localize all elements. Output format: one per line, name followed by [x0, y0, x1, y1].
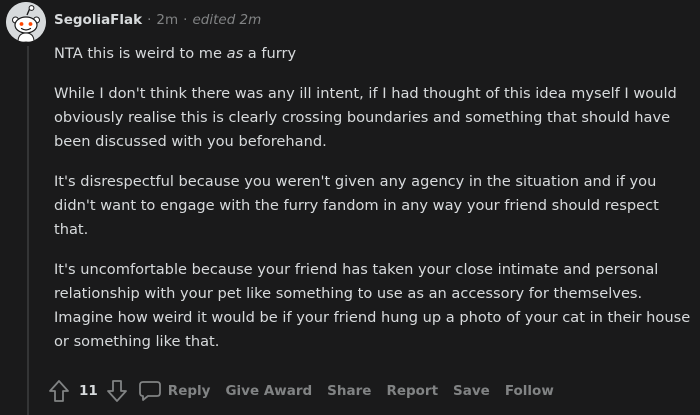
- upvote-arrow-icon: [49, 380, 69, 402]
- timestamp[interactable]: 2m: [156, 12, 178, 28]
- comment-actions: 11 Reply Give Award Share Report Save Fo…: [46, 376, 569, 406]
- follow-button[interactable]: Follow: [505, 383, 554, 399]
- share-button[interactable]: Share: [327, 383, 371, 399]
- paragraph-text: NTA this is weird to me: [54, 45, 227, 62]
- give-award-button[interactable]: Give Award: [225, 383, 312, 399]
- upvote-button[interactable]: [46, 377, 72, 405]
- thread-line[interactable]: [27, 46, 29, 415]
- comment-paragraph: It's disrespectful because you weren't g…: [54, 173, 659, 238]
- username[interactable]: SegoliaFlak: [54, 12, 142, 28]
- edited-timestamp: edited 2m: [192, 12, 262, 28]
- vote-count: 11: [79, 383, 98, 399]
- downvote-button[interactable]: [104, 377, 130, 405]
- separator-dot: ·: [147, 12, 152, 28]
- snoo-avatar-icon: [6, 2, 46, 42]
- comment-body: NTA this is weird to me as a furry While…: [54, 42, 694, 370]
- reply-label: Reply: [167, 383, 211, 399]
- report-button[interactable]: Report: [386, 383, 438, 399]
- downvote-arrow-icon: [106, 380, 127, 402]
- comment-header: SegoliaFlak · 2m · edited 2m: [54, 9, 261, 31]
- comment-paragraph: While I don't think there was any ill in…: [54, 85, 677, 150]
- separator-dot: ·: [183, 12, 188, 28]
- comment-paragraph: NTA this is weird to me as a furry: [54, 42, 694, 66]
- paragraph-text: a furry: [243, 45, 297, 62]
- emphasis-text: as: [226, 45, 244, 62]
- reply-button[interactable]: Reply: [138, 380, 211, 402]
- comment-paragraph: It's uncomfortable because your friend h…: [54, 261, 691, 350]
- speech-bubble-icon: [138, 381, 161, 401]
- save-button[interactable]: Save: [453, 383, 490, 399]
- comment: SegoliaFlak · 2m · edited 2m NTA this is…: [0, 0, 700, 415]
- avatar[interactable]: [6, 2, 46, 42]
